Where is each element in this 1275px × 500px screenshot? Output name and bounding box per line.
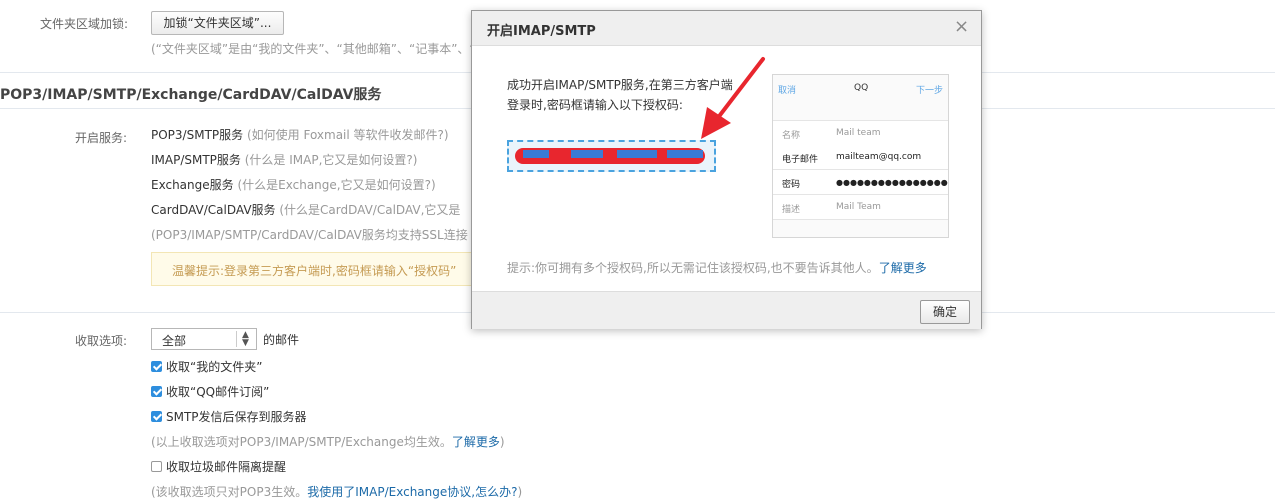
row-key: 电子邮件 [782,155,819,165]
dialog-hint: 提示:你可拥有多个授权码,所以无需记住该授权码,也不要告诉其他人。了解更多 [507,259,927,276]
tip-text: 温馨提示:登录第三方客户端时,密码框请输入“授权码” [172,264,457,278]
service-exchange: Exchange服务 (什么是Exchange,它又是如何设置?) [151,176,436,193]
phone-mockup: 取消 QQ 下一步 名称 Mail team 电子邮件 mailteam@qq.… [772,74,949,238]
lock-folder-button[interactable]: 加锁“文件夹区域”... [151,11,284,35]
phone-row: 描述 Mail Team [773,195,948,220]
imap-exchange-link[interactable]: 我使用了IMAP/Exchange协议,怎么办? [307,485,517,499]
note-text: ) [517,485,523,499]
receive-note: (以上收取选项对POP3/IMAP/SMTP/Exchange均生效。了解更多) [151,433,505,450]
service-pop3: POP3/SMTP服务 (如何使用 Foxmail 等软件收发邮件?) [151,126,449,143]
service-name: POP3/SMTP服务 [151,128,244,142]
dialog-title: 开启IMAP/SMTP [487,24,596,39]
redacted-code [515,148,705,164]
folder-lock-label: 文件夹区域加锁: [40,17,129,31]
ssl-note: (POP3/IMAP/SMTP/CardDAV/CalDAV服务均支持SSL连接 [151,228,468,242]
row-value: ●●●●●●●●●●●●●●●● [836,178,948,187]
service-caldav: CardDAV/CalDAV服务 (什么是CardDAV/CalDAV,它又是 [151,201,460,218]
red-arrow-icon [701,57,765,139]
note-text: ) [499,435,505,449]
auth-code-box[interactable] [507,140,716,172]
select-suffix: 的邮件 [263,333,300,347]
receive-my-folders-checkbox[interactable] [151,361,162,372]
note-text: (以上收取选项对POP3/IMAP/SMTP/Exchange均生效。 [151,435,452,449]
dialog-header: 开启IMAP/SMTP × [472,11,981,46]
receive-label: 收取选项: [75,334,128,348]
row-key: 名称 [782,131,801,141]
service-hint-link[interactable]: (如何使用 Foxmail 等软件收发邮件?) [247,128,449,142]
option-label: SMTP发信后保存到服务器 [166,410,307,424]
section-title: POP3/IMAP/SMTP/Exchange/CardDAV/CalDAV服务 [0,87,382,103]
redaction-block [571,150,603,158]
service-name: Exchange服务 [151,178,234,192]
tip-banner: 温馨提示:登录第三方客户端时,密码框请输入“授权码” [151,252,481,286]
imap-smtp-dialog: 开启IMAP/SMTP × 成功开启IMAP/SMTP服务,在第三方客户端 登录… [471,10,982,329]
row-value: Mail Team [836,202,881,212]
service-name: CardDAV/CalDAV服务 [151,203,276,217]
phone-row: 电子邮件 mailteam@qq.com [773,145,948,170]
dialog-message-line2: 登录时,密码框请输入以下授权码: [507,98,683,112]
phone-cancel: 取消 [778,86,797,96]
services-label: 开启服务: [75,131,128,145]
learn-more-link[interactable]: 了解更多 [879,261,927,275]
hint-text: 提示:你可拥有多个授权码,所以无需记住该授权码,也不要告诉其他人。 [507,261,879,275]
option-label: 收取“QQ邮件订阅” [166,385,270,399]
option-label: 收取“我的文件夹” [166,360,263,374]
phone-title: QQ [854,83,869,93]
service-hint-link[interactable]: (什么是CardDAV/CalDAV,它又是 [279,203,460,217]
phone-row: 名称 Mail team [773,120,948,146]
smtp-save-checkbox[interactable] [151,411,162,422]
service-imap: IMAP/SMTP服务 (什么是 IMAP,它又是如何设置?) [151,151,417,168]
confirm-button[interactable]: 确定 [920,300,970,324]
redaction-block [667,150,703,158]
service-hint-link[interactable]: (什么是 IMAP,它又是如何设置?) [245,153,418,167]
folder-lock-note: (“文件夹区域”是由“我的文件夹”、“其他邮箱”、“记事本”、“ [151,42,476,56]
updown-icon: ▲ ▼ [242,330,249,348]
close-icon[interactable]: × [954,17,969,37]
receive-qq-subscription-checkbox[interactable] [151,386,162,397]
phone-next: 下一步 [916,86,944,96]
select-value: 全部 [162,334,187,348]
dialog-footer: 确定 [472,291,981,329]
phone-row: 密码 ●●●●●●●●●●●●●●●● [773,170,948,195]
select-separator [236,331,237,347]
row-value: Mail team [836,128,881,138]
service-hint-link[interactable]: (什么是Exchange,它又是如何设置?) [237,178,435,192]
receive-scope-select[interactable]: 全部 ▲ ▼ [151,328,257,350]
learn-more-link[interactable]: 了解更多 [452,435,500,449]
spam-reminder-checkbox[interactable] [151,461,162,472]
redaction-block [617,150,657,158]
redaction-block [523,150,549,158]
row-key: 密码 [782,180,801,190]
option-label: 收取垃圾邮件隔离提醒 [166,460,287,474]
note-text: (该收取选项只对POP3生效。 [151,485,308,499]
spam-note: (该收取选项只对POP3生效。我使用了IMAP/Exchange协议,怎么办?) [151,483,522,500]
row-key: 描述 [782,205,801,215]
row-value: mailteam@qq.com [836,152,922,162]
service-name: IMAP/SMTP服务 [151,153,241,167]
